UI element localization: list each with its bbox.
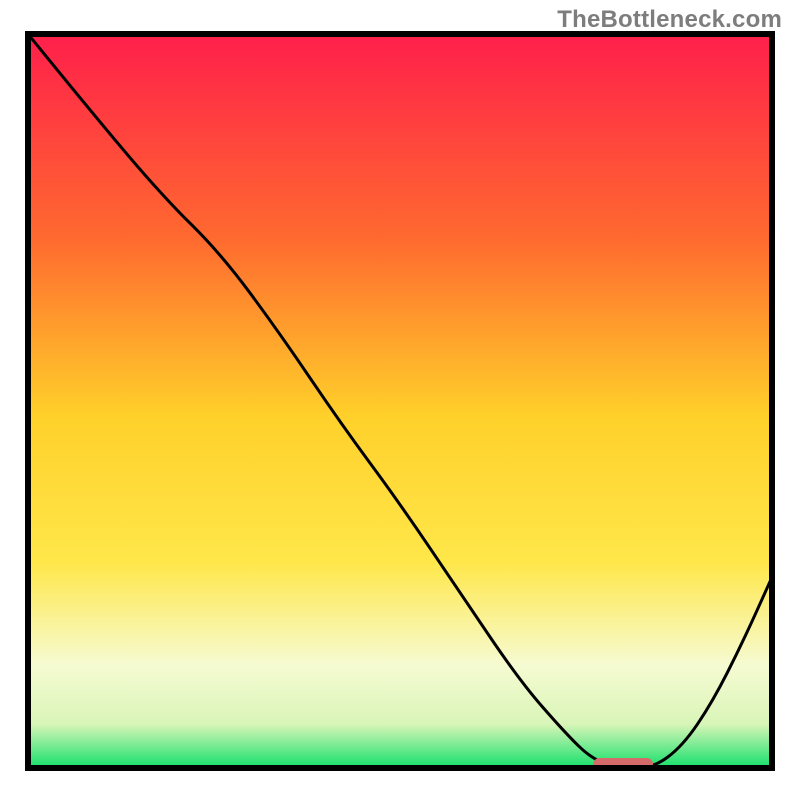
bottleneck-chart [0, 0, 800, 800]
gradient-background [28, 34, 772, 768]
watermark-text: TheBottleneck.com [557, 6, 782, 34]
chart-container: TheBottleneck.com [0, 0, 800, 800]
